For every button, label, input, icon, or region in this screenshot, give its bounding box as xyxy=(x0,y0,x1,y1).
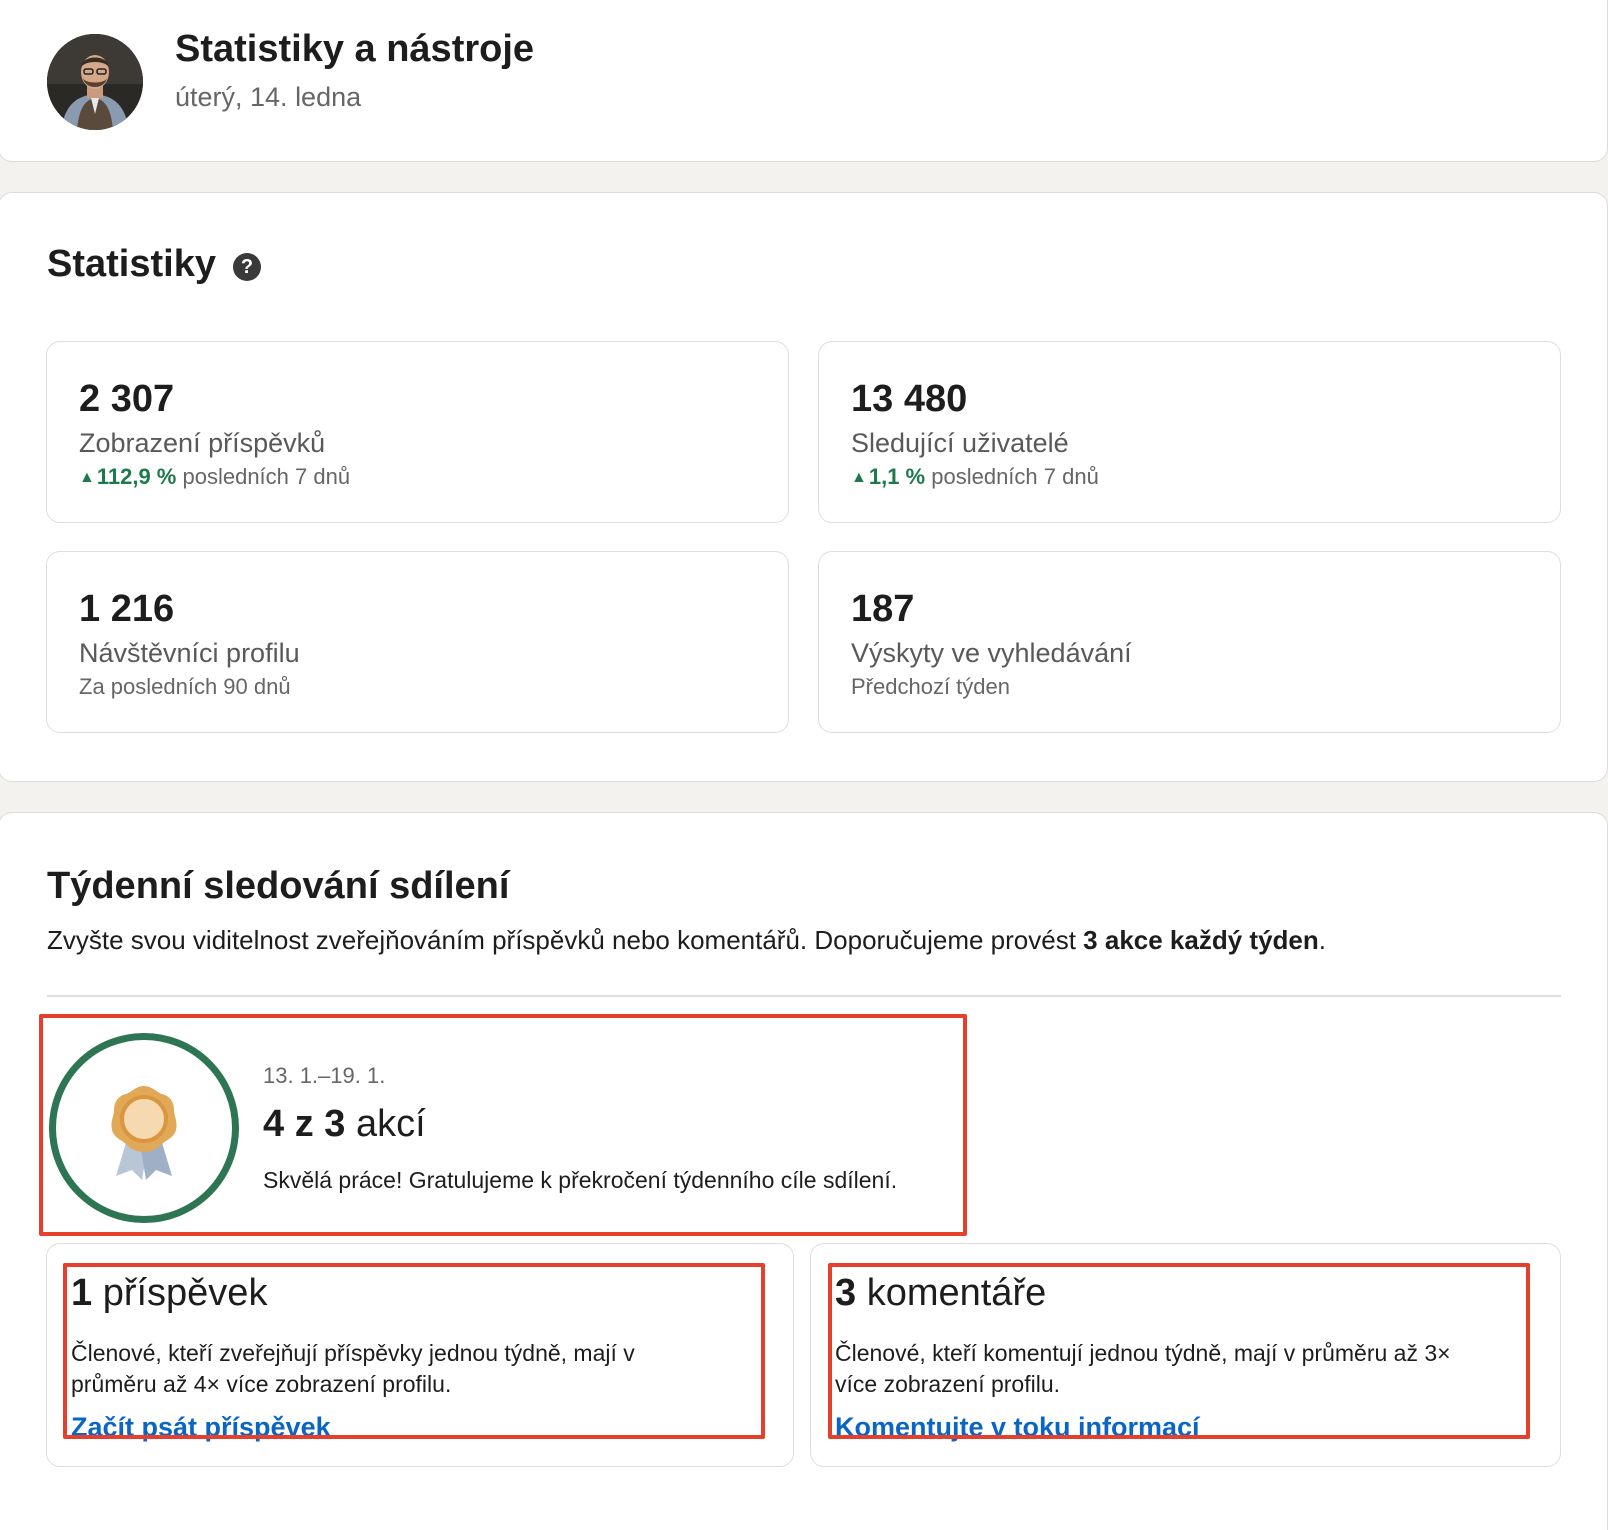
trend-period: posledních 7 dnů xyxy=(931,464,1099,489)
stat-value: 13 480 xyxy=(851,378,968,420)
stat-sub: ▲1,1 % posledních 7 dnů xyxy=(851,464,1099,490)
avatar[interactable] xyxy=(47,34,143,130)
stats-card: Statistiky ? 2 307 Zobrazení příspěvků ▲… xyxy=(0,192,1608,782)
trend-period: posledních 7 dnů xyxy=(182,464,351,489)
stat-value: 187 xyxy=(851,588,915,630)
weekly-sharing-card: Týdenní sledování sdílení Zvyšte svou vi… xyxy=(0,812,1608,1530)
highlight-box-comments xyxy=(828,1263,1530,1439)
stat-sub: ▲112,9 % posledních 7 dnů xyxy=(79,464,350,490)
divider xyxy=(47,995,1561,997)
trend-up-icon: ▲ xyxy=(851,469,867,486)
stat-label: Výskyty ve vyhledávání xyxy=(851,638,1132,668)
stat-label: Návštěvníci profilu xyxy=(79,638,300,668)
trend-value: 112,9 % xyxy=(96,464,177,489)
week-action-count: 4 z 3 akcí xyxy=(263,1103,426,1146)
stats-title: Statistiky xyxy=(47,243,216,285)
desc-text: Zvyšte svou viditelnost zveřejňováním př… xyxy=(47,925,1084,955)
week-range: 13. 1.–19. 1. xyxy=(263,1063,386,1088)
award-ribbon-icon xyxy=(111,1086,177,1180)
stat-tile-followers[interactable]: 13 480 Sledující uživatelé ▲1,1 % posled… xyxy=(818,341,1561,523)
trend-value: 1,1 % xyxy=(868,464,926,489)
count-unit: akcí xyxy=(345,1103,426,1145)
stat-tile-search-appearances[interactable]: 187 Výskyty ve vyhledávání Předchozí týd… xyxy=(818,551,1561,733)
stat-sub: Za posledních 90 dnů xyxy=(79,674,291,699)
stat-value: 1 216 xyxy=(79,588,175,630)
weekly-description: Zvyšte svou viditelnost zveřejňováním př… xyxy=(47,925,1326,956)
stat-sub: Předchozí týden xyxy=(851,674,1010,699)
desc-emphasis: 3 akce každý týden xyxy=(1083,925,1319,955)
progress-ring xyxy=(49,1033,239,1223)
profile-photo xyxy=(47,34,143,130)
highlight-box-posts xyxy=(63,1263,765,1439)
stat-tile-post-views[interactable]: 2 307 Zobrazení příspěvků ▲112,9 % posle… xyxy=(46,341,789,523)
count-number: 4 z 3 xyxy=(263,1103,346,1145)
trend-up-icon: ▲ xyxy=(79,469,95,486)
stat-tile-profile-visitors[interactable]: 1 216 Návštěvníci profilu Za posledních … xyxy=(46,551,789,733)
congrats-message: Skvělá práce! Gratulujeme k překročení t… xyxy=(263,1167,898,1193)
header-card: Statistiky a nástroje úterý, 14. ledna xyxy=(0,0,1608,162)
stat-label: Sledující uživatelé xyxy=(851,428,1069,458)
weekly-title: Týdenní sledování sdílení xyxy=(47,865,510,907)
page-date: úterý, 14. ledna xyxy=(175,82,362,112)
desc-suffix: . xyxy=(1318,925,1326,955)
stat-value: 2 307 xyxy=(79,378,175,420)
stat-label: Zobrazení příspěvků xyxy=(79,428,326,458)
page-title: Statistiky a nástroje xyxy=(175,28,535,70)
help-icon[interactable]: ? xyxy=(233,253,261,281)
